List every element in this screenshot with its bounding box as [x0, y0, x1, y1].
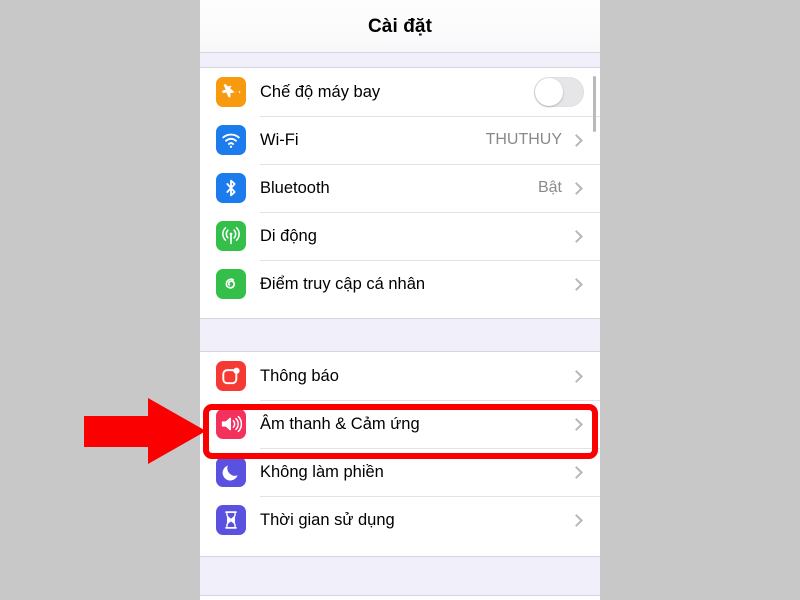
list-bottom-edge [200, 596, 600, 600]
wifi-icon [216, 125, 246, 155]
bluetooth-icon [216, 173, 246, 203]
settings-row-screen-time[interactable]: Thời gian sử dụng [200, 496, 600, 544]
vertical-scrollbar[interactable] [593, 76, 596, 132]
group-spacer-top [200, 52, 600, 68]
settings-row-notifications[interactable]: Thông báo [200, 352, 600, 400]
settings-row-cellular[interactable]: Di động [200, 212, 600, 260]
settings-row-wifi[interactable]: Wi-Fi THUTHUY [200, 116, 600, 164]
chevron-right-icon [570, 181, 584, 195]
chevron-right-icon [570, 465, 584, 479]
settings-row-label: Âm thanh & Cảm ứng [260, 414, 420, 433]
settings-row-personal-hotspot[interactable]: Điểm truy cập cá nhân [200, 260, 600, 308]
chevron-right-icon [570, 133, 584, 147]
settings-row-label: Không làm phiền [260, 462, 384, 481]
hourglass-icon [216, 505, 246, 535]
phone-screen: Cài đặt Chế độ máy bay Wi-Fi THUTHUY Blu… [200, 0, 600, 600]
nav-bar: Cài đặt [200, 0, 600, 52]
sound-speaker-icon [216, 409, 246, 439]
toggle-knob [535, 78, 563, 106]
notifications-icon [216, 361, 246, 391]
group-spacer-bottom [200, 556, 600, 596]
chevron-right-icon [570, 513, 584, 527]
wifi-network-value: THUTHUY [485, 131, 562, 148]
settings-group-system: Thông báo Âm thanh & Cảm ứng Không làm p… [200, 352, 600, 556]
cellular-antenna-icon [216, 221, 246, 251]
hotspot-link-icon [216, 269, 246, 299]
airplane-icon [216, 77, 246, 107]
moon-icon [216, 457, 246, 487]
settings-row-do-not-disturb[interactable]: Không làm phiền [200, 448, 600, 496]
settings-row-label: Thông báo [260, 366, 339, 385]
chevron-right-icon [570, 369, 584, 383]
page-title: Cài đặt [367, 15, 433, 37]
settings-row-label: Di động [260, 226, 317, 245]
red-pointer-arrow [84, 398, 206, 464]
chevron-right-icon [570, 229, 584, 243]
settings-row-airplane-mode[interactable]: Chế độ máy bay [200, 68, 600, 116]
settings-row-sounds-haptics[interactable]: Âm thanh & Cảm ứng [200, 400, 600, 448]
chevron-right-icon [570, 277, 584, 291]
airplane-mode-toggle[interactable] [534, 77, 584, 107]
settings-row-label: Chế độ máy bay [260, 82, 381, 101]
bluetooth-state-value: Bật [537, 179, 562, 196]
settings-row-bluetooth[interactable]: Bluetooth Bật [200, 164, 600, 212]
group-spacer-middle [200, 318, 600, 352]
settings-group-connectivity: Chế độ máy bay Wi-Fi THUTHUY Bluetooth B… [200, 68, 600, 318]
settings-row-label: Điểm truy cập cá nhân [260, 274, 426, 293]
chevron-right-icon [570, 417, 584, 431]
settings-row-label: Wi-Fi [260, 130, 299, 149]
settings-row-label: Bluetooth [260, 178, 330, 197]
settings-row-label: Thời gian sử dụng [260, 510, 395, 529]
